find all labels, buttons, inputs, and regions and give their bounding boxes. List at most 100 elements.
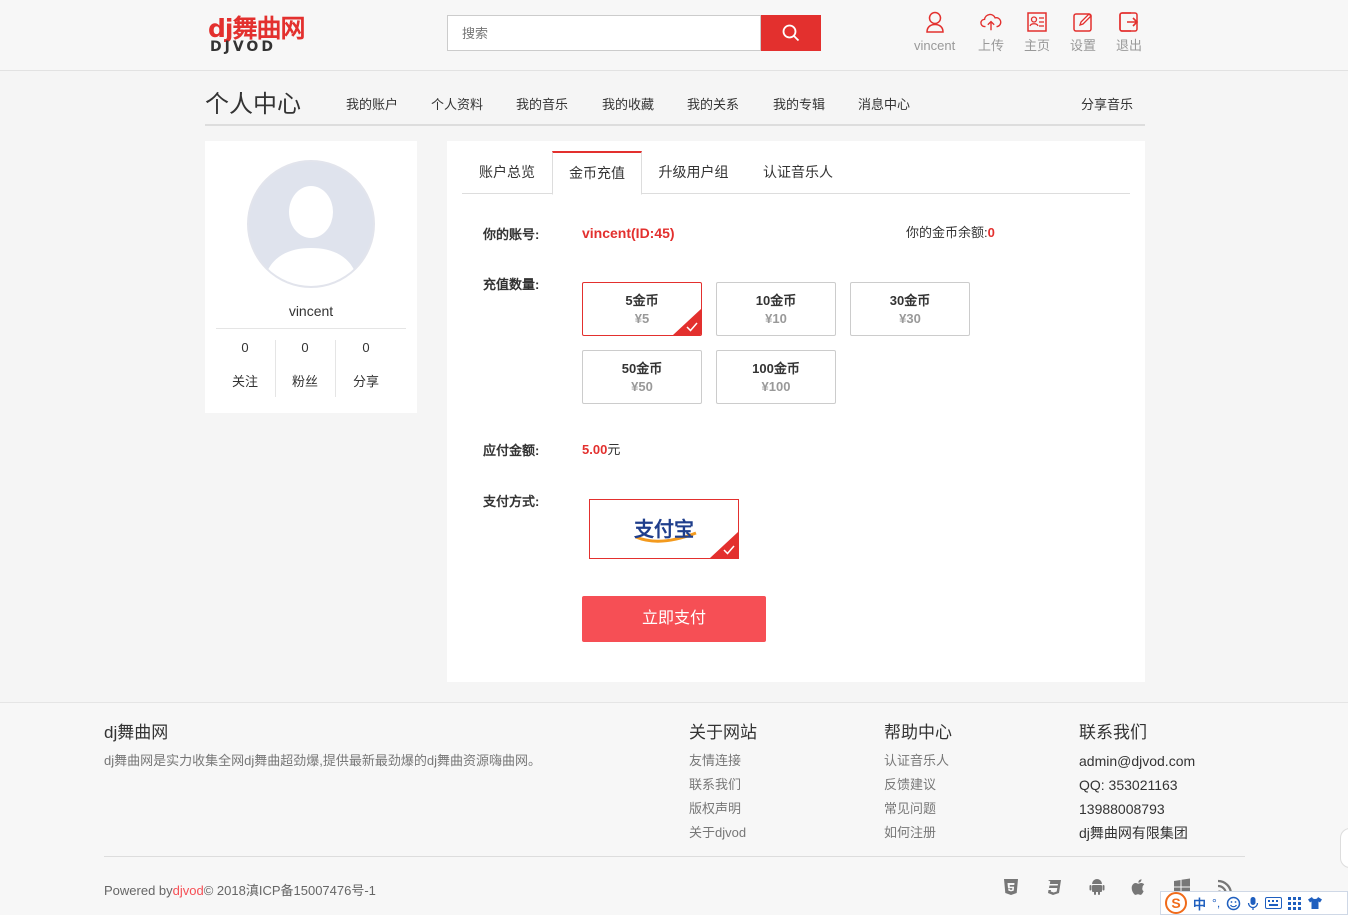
stat-followers-label: 粉丝 — [291, 374, 318, 389]
top-header: dj舞曲网 DJVOD vincent 上传 主页 设置 退出 — [0, 0, 1348, 71]
grid-menu-icon[interactable] — [1288, 896, 1302, 910]
search-icon — [782, 24, 800, 42]
nav-user[interactable]: vincent — [914, 10, 955, 54]
stat-shares[interactable]: 0 分享 — [336, 340, 396, 390]
shirt-skin-icon[interactable] — [1307, 896, 1323, 910]
option-coins: 30金币 — [889, 293, 931, 308]
option-10-coins[interactable]: 10金币 ¥10 — [716, 282, 836, 336]
footer-link[interactable]: 认证音乐人 — [884, 753, 949, 769]
option-price: ¥50 — [631, 379, 653, 394]
stat-following-label: 关注 — [231, 374, 258, 389]
search-input[interactable] — [447, 15, 761, 51]
option-coins: 50金币 — [621, 361, 663, 376]
option-coins: 100金币 — [752, 361, 800, 376]
option-coins: 5金币 — [625, 293, 659, 308]
footer-help-title: 帮助中心 — [884, 723, 952, 742]
tab-recharge[interactable]: 金币充值 — [552, 151, 642, 195]
tab-overview[interactable]: 账户总览 — [462, 151, 552, 194]
search-button[interactable] — [761, 15, 821, 51]
contact-qq: QQ: 353021163 — [1079, 777, 1178, 793]
profile-card-icon — [1026, 10, 1048, 34]
copyright-brand-link[interactable]: djvod — [173, 883, 204, 898]
subnav-item-profile[interactable]: 个人资料 — [431, 97, 483, 113]
ime-mode[interactable]: 中 — [1193, 894, 1206, 913]
alipay-option[interactable]: 支付宝 — [589, 499, 739, 559]
footer-brand-title: dj舞曲网 — [104, 723, 169, 742]
option-price: ¥100 — [761, 379, 791, 394]
balance-label: 你的金币余额: — [906, 225, 988, 240]
ime-punctuation[interactable]: °, — [1212, 896, 1220, 910]
payable-amount: 5.00元 — [582, 442, 620, 458]
pay-now-button[interactable]: 立即支付 — [582, 596, 766, 642]
css3-icon — [1048, 880, 1061, 895]
copyright-prefix: Powered by — [104, 883, 173, 898]
contact-company: dj舞曲网有限集团 — [1079, 825, 1188, 841]
payable-unit: 元 — [607, 442, 621, 457]
footer-divider — [104, 856, 1245, 857]
option-price: ¥10 — [765, 311, 787, 326]
keyboard-icon[interactable] — [1265, 897, 1283, 909]
footer-link[interactable]: 反馈建议 — [884, 777, 936, 793]
recharge-panel: 账户总览 金币充值 升级用户组 认证音乐人 你的账号: vincent(ID:4… — [447, 141, 1145, 682]
option-5-coins[interactable]: 5金币 ¥5 — [582, 282, 702, 336]
option-coins: 10金币 — [755, 293, 797, 308]
stat-following-value: 0 — [241, 340, 249, 355]
amount-label: 充值数量: — [483, 277, 540, 292]
tab-verify-musician[interactable]: 认证音乐人 — [745, 151, 851, 194]
logo-subtext: DJVOD — [210, 39, 276, 55]
nav-home[interactable]: 主页 — [1024, 10, 1050, 54]
profile-card: vincent 0 关注 0 粉丝 0 分享 — [205, 141, 417, 413]
footer-link[interactable]: 友情连接 — [689, 753, 741, 769]
nav-upload-label: 上传 — [978, 38, 1005, 53]
contact-email: admin@djvod.com — [1079, 753, 1196, 769]
side-float-tab[interactable] — [1340, 828, 1348, 868]
nav-home-label: 主页 — [1024, 38, 1051, 53]
section-nav: 个人中心 我的账户 个人资料 我的音乐 我的收藏 我的关系 我的专辑 消息中心 … — [205, 84, 1145, 126]
footer-brand-desc: dj舞曲网是实力收集全网dj舞曲超劲爆,提供最新最劲爆的dj舞曲资源嗨曲网。 — [104, 753, 541, 768]
nav-settings-label: 设置 — [1070, 38, 1097, 53]
copyright-suffix: © 2018滇ICP备15007476号-1 — [203, 883, 376, 898]
html5-icon — [1004, 879, 1018, 895]
logout-icon — [1118, 10, 1140, 34]
divider — [216, 328, 406, 329]
subnav-item-relations[interactable]: 我的关系 — [687, 97, 739, 113]
footer-contact-title: 联系我们 — [1079, 723, 1147, 742]
footer-link[interactable]: 版权声明 — [689, 801, 741, 817]
site-logo[interactable]: dj舞曲网 DJVOD — [208, 15, 308, 57]
subnav-item-messages[interactable]: 消息中心 — [858, 97, 910, 113]
edit-icon — [1072, 10, 1094, 34]
footer-link[interactable]: 常见问题 — [884, 801, 936, 817]
subnav-item-favorites[interactable]: 我的收藏 — [602, 97, 654, 113]
emoji-icon[interactable] — [1226, 896, 1241, 911]
footer-link[interactable]: 关于djvod — [689, 825, 746, 841]
stat-following[interactable]: 0 关注 — [215, 340, 275, 390]
balance-value: 0 — [987, 225, 995, 240]
footer-link[interactable]: 联系我们 — [689, 777, 741, 793]
avatar[interactable] — [247, 160, 375, 288]
footer-link[interactable]: 如何注册 — [884, 825, 936, 841]
microphone-icon[interactable] — [1247, 896, 1259, 911]
subnav-item-music[interactable]: 我的音乐 — [516, 97, 568, 113]
subnav-item-account[interactable]: 我的账户 — [346, 97, 398, 113]
share-music-link[interactable]: 分享音乐 — [1081, 97, 1133, 113]
payable-label: 应付金额: — [483, 443, 540, 458]
sogou-logo-icon: S — [1165, 892, 1187, 914]
nav-logout[interactable]: 退出 — [1116, 10, 1142, 54]
tab-upgrade[interactable]: 升级用户组 — [642, 151, 745, 194]
option-30-coins[interactable]: 30金币 ¥30 — [850, 282, 970, 336]
contact-phone: 13988008793 — [1079, 801, 1165, 817]
stat-followers[interactable]: 0 粉丝 — [275, 340, 335, 390]
nav-upload[interactable]: 上传 — [978, 10, 1004, 54]
option-price: ¥30 — [899, 311, 921, 326]
nav-settings[interactable]: 设置 — [1070, 10, 1096, 54]
option-100-coins[interactable]: 100金币 ¥100 — [716, 350, 836, 404]
default-avatar-icon — [249, 162, 373, 286]
checkmark-icon — [686, 322, 698, 332]
subnav-item-albums[interactable]: 我的专辑 — [773, 97, 825, 113]
balance: 你的金币余额:0 — [906, 225, 995, 241]
stat-shares-label: 分享 — [352, 374, 379, 389]
option-50-coins[interactable]: 50金币 ¥50 — [582, 350, 702, 404]
account-label: 你的账号: — [483, 227, 540, 242]
page-title: 个人中心 — [205, 91, 301, 118]
ime-toolbar[interactable]: S 中 °, — [1160, 891, 1348, 915]
